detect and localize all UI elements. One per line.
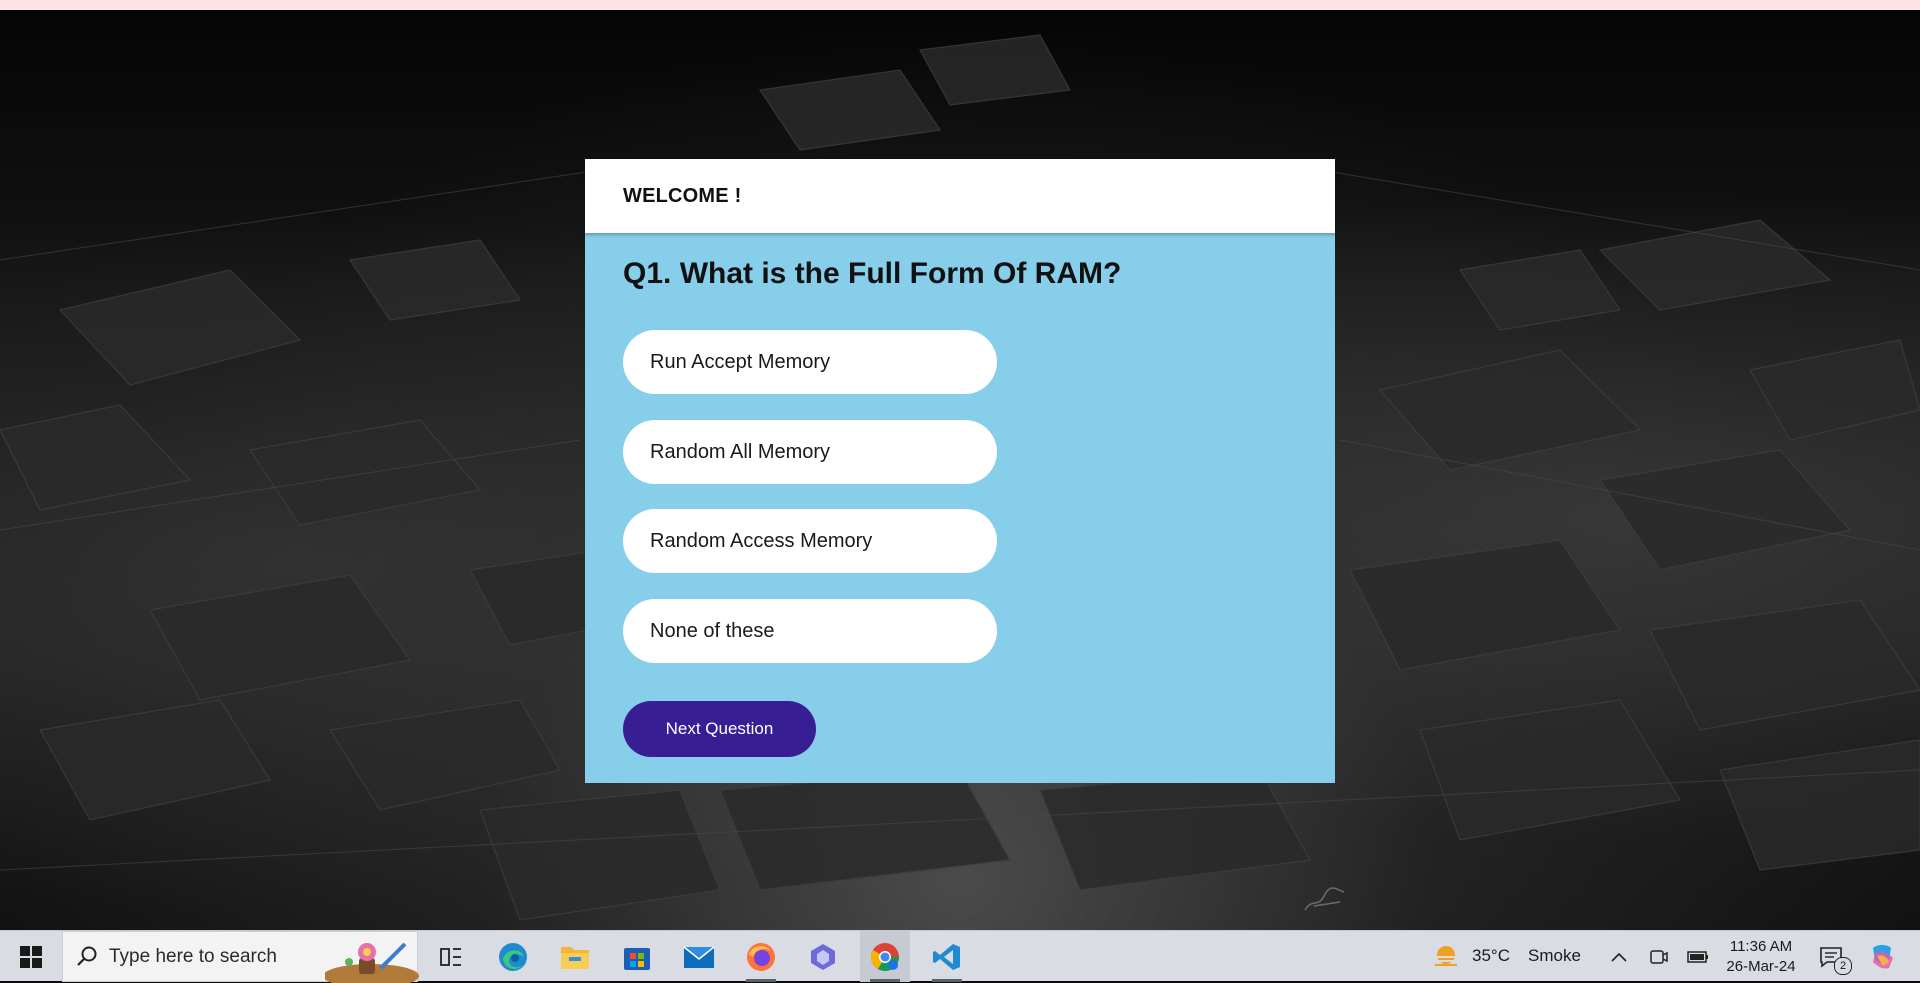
start-button[interactable] xyxy=(0,931,62,982)
battery-icon xyxy=(1687,950,1708,963)
quiz-card: WELCOME ! Q1. What is the Full Form Of R… xyxy=(585,159,1335,783)
taskbar-vscode[interactable] xyxy=(922,931,972,982)
copilot-icon xyxy=(1873,944,1893,969)
notification-count-badge: 2 xyxy=(1834,957,1852,975)
quiz-header: WELCOME ! xyxy=(585,159,1335,233)
taskbar-store[interactable] xyxy=(612,931,662,982)
next-question-button[interactable]: Next Question xyxy=(623,701,816,757)
answer-option-3[interactable]: Random Access Memory xyxy=(623,509,997,573)
clock-time: 11:36 AM xyxy=(1729,938,1793,955)
meet-now-button[interactable] xyxy=(1644,931,1674,982)
taskbar-file-explorer[interactable] xyxy=(550,931,600,982)
taskbar-chrome[interactable] xyxy=(860,931,910,982)
firefox-icon xyxy=(747,942,775,971)
weather-widget[interactable] xyxy=(1428,931,1464,982)
search-placeholder: Type here to search xyxy=(109,946,277,967)
answer-option-label: None of these xyxy=(650,619,775,642)
haze-weather-icon xyxy=(1435,945,1457,966)
answer-option-label: Random All Memory xyxy=(650,440,831,463)
browser-top-strip xyxy=(0,0,1920,10)
folder-icon xyxy=(561,946,589,969)
vscode-icon xyxy=(933,943,960,970)
answer-option-label: Random Access Memory xyxy=(650,529,873,552)
weather-temperature: 35°C xyxy=(1472,946,1510,965)
answer-option-label: Run Accept Memory xyxy=(650,350,831,373)
chrome-icon xyxy=(871,942,899,971)
answer-option-2[interactable]: Random All Memory xyxy=(623,420,997,484)
taskbar-clock[interactable]: 11:36 AM 26-Mar-24 xyxy=(1716,937,1806,977)
copilot-button[interactable] xyxy=(1862,931,1902,982)
signature-mark xyxy=(1304,887,1345,911)
taskbar-copilot-app[interactable] xyxy=(798,931,848,982)
taskbar-search-box[interactable]: Type here to search xyxy=(62,931,419,983)
taskbar-edge[interactable] xyxy=(488,931,538,982)
camera-icon xyxy=(1650,949,1668,964)
clock-date: 26-Mar-24 xyxy=(1726,958,1796,975)
store-icon xyxy=(624,947,650,970)
chevron-up-icon xyxy=(1611,952,1627,962)
copilot-app-icon xyxy=(811,943,835,970)
welcome-heading: WELCOME ! xyxy=(623,185,742,207)
taskbar-firefox[interactable] xyxy=(736,931,786,982)
battery-button[interactable] xyxy=(1683,931,1713,982)
answer-option-4[interactable]: None of these xyxy=(623,599,997,663)
task-view-icon xyxy=(440,947,461,966)
taskbar: Type here to search 35°C Smoke 11:36 AM … xyxy=(0,930,1920,983)
search-icon xyxy=(77,946,97,966)
weather-condition: Smoke xyxy=(1528,946,1581,965)
question-text: Q1. What is the Full Form Of RAM? xyxy=(623,257,1122,290)
windows-icon xyxy=(20,945,42,968)
edge-icon xyxy=(499,942,527,971)
search-highlight-icon xyxy=(325,942,419,983)
notification-center-button[interactable]: 2 xyxy=(1814,931,1852,982)
show-hidden-icons-button[interactable] xyxy=(1604,931,1634,982)
task-view-button[interactable] xyxy=(426,931,476,982)
mail-icon xyxy=(683,945,715,968)
answer-option-1[interactable]: Run Accept Memory xyxy=(623,330,997,394)
taskbar-mail[interactable] xyxy=(674,931,724,982)
